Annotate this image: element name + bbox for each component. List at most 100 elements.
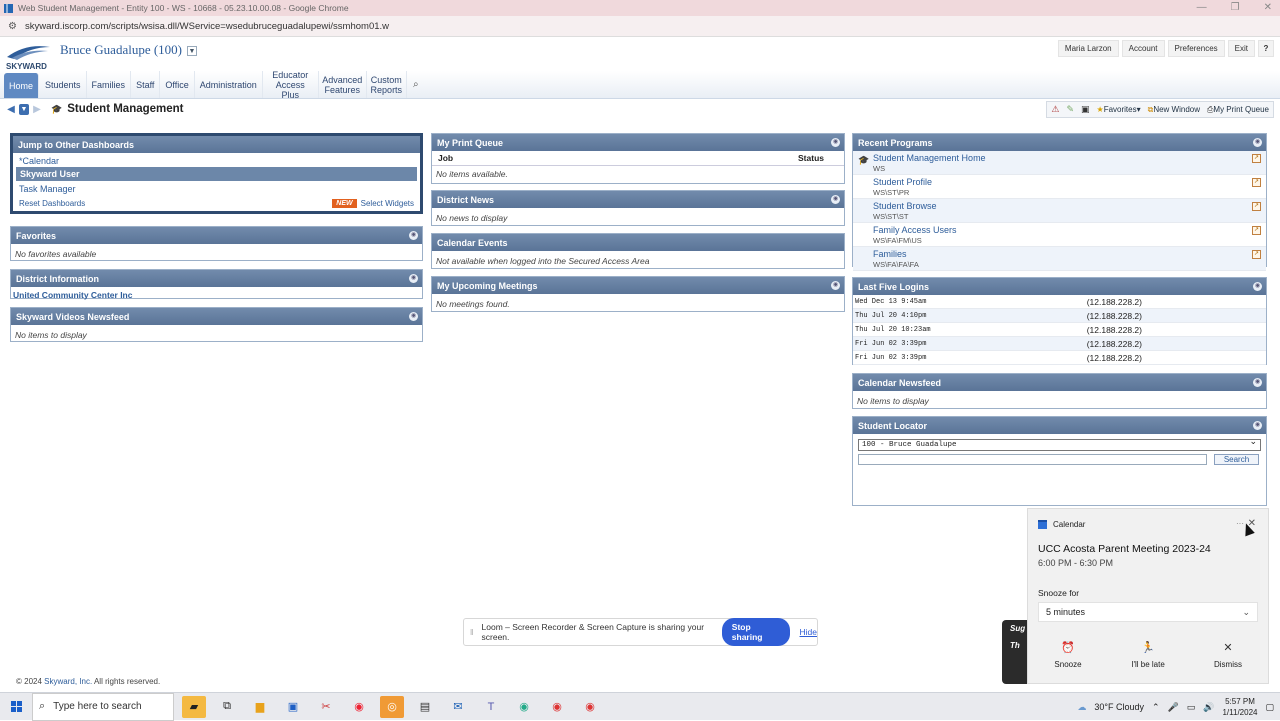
start-button[interactable] bbox=[0, 701, 32, 712]
panel-options-icon[interactable]: ◉ bbox=[1253, 421, 1262, 430]
toast-app-name: Calendar bbox=[1053, 520, 1086, 529]
tab-educator-access-plus[interactable]: Educator Access Plus bbox=[263, 70, 319, 100]
address-bar[interactable]: ⚙ skyward.iscorp.com/scripts/wsisa.dll/W… bbox=[0, 16, 1280, 37]
close-window-icon[interactable]: ✕ bbox=[1264, 0, 1272, 16]
panel-options-icon[interactable]: ◉ bbox=[831, 281, 840, 290]
panel-options-icon[interactable]: ◉ bbox=[409, 312, 418, 321]
history-dropdown-icon[interactable]: ▼ bbox=[19, 103, 29, 115]
camera-icon[interactable]: ▣ bbox=[1081, 104, 1090, 115]
store-icon[interactable]: ▣ bbox=[281, 696, 305, 718]
panel-options-icon[interactable]: ◉ bbox=[409, 274, 418, 283]
favorites-panel: Favorites ◉ No favorites available bbox=[10, 226, 423, 261]
taskbar-search-input[interactable]: ⌕ Type here to search bbox=[32, 692, 174, 721]
open-new-window-icon[interactable]: ↗ bbox=[1252, 250, 1261, 259]
active-app-icon[interactable]: ◎ bbox=[380, 695, 404, 718]
help-button[interactable]: ? bbox=[1258, 40, 1274, 57]
account-link[interactable]: Account bbox=[1121, 40, 1165, 57]
search-button[interactable]: Search bbox=[1214, 454, 1259, 465]
hide-button[interactable]: Hide bbox=[800, 627, 817, 637]
snooze-select[interactable]: 5 minutes ⌄ bbox=[1038, 602, 1258, 622]
list-item[interactable]: 🎓 Student Management Home WS ↗ bbox=[853, 151, 1266, 175]
chevron-down-icon[interactable]: ▼ bbox=[187, 46, 198, 56]
panel-options-icon[interactable]: ◉ bbox=[831, 138, 840, 147]
chrome-window-icon[interactable]: ◉ bbox=[545, 696, 569, 718]
open-new-window-icon[interactable]: ↗ bbox=[1252, 226, 1261, 235]
search-icon[interactable]: ⌕ bbox=[407, 71, 425, 98]
outlook-icon[interactable]: ✉ bbox=[446, 696, 470, 718]
site-settings-icon[interactable]: ⚙ bbox=[8, 21, 17, 32]
district-name: United Community Center Inc bbox=[13, 290, 133, 300]
volume-icon[interactable]: 🔊 bbox=[1203, 702, 1214, 713]
open-new-window-icon[interactable]: ↗ bbox=[1252, 154, 1261, 163]
dashboard-item-skyward-user[interactable]: Skyward User bbox=[16, 167, 417, 181]
sticky-notes-icon[interactable]: ▤ bbox=[413, 696, 437, 718]
notifications-icon[interactable]: ▢ bbox=[1265, 702, 1274, 713]
loom-sharing-bar: ‖ Loom – Screen Recorder & Screen Captur… bbox=[463, 618, 818, 646]
microphone-icon[interactable]: 🎤 bbox=[1168, 702, 1179, 713]
reset-dashboards-link[interactable]: Reset Dashboards bbox=[19, 199, 85, 208]
minimize-icon[interactable]: — bbox=[1197, 0, 1207, 16]
dismiss-button[interactable]: ✕ Dismiss bbox=[1198, 641, 1258, 669]
entity-name[interactable]: Bruce Guadalupe (100) bbox=[60, 42, 182, 57]
alarm-clock-icon: ⏰ bbox=[1061, 642, 1075, 654]
tab-office[interactable]: Office bbox=[160, 71, 195, 98]
tab-staff[interactable]: Staff bbox=[131, 71, 161, 98]
list-item[interactable]: Student Browse WS\ST\ST ↗ bbox=[853, 199, 1266, 223]
drag-handle-icon[interactable]: ‖ bbox=[470, 627, 474, 637]
dashboard-item-task-manager[interactable]: Task Manager bbox=[13, 181, 420, 195]
select-widgets-link[interactable]: Select Widgets bbox=[361, 199, 414, 208]
dashboard-item-calendar[interactable]: *Calendar bbox=[13, 153, 420, 167]
file-explorer-icon[interactable]: ▆ bbox=[248, 696, 272, 718]
restore-icon[interactable]: ❐ bbox=[1231, 0, 1240, 16]
tab-students[interactable]: Students bbox=[40, 71, 87, 98]
skyward-link[interactable]: Skyward, Inc. bbox=[44, 677, 92, 686]
open-new-window-icon[interactable]: ↗ bbox=[1252, 178, 1261, 187]
list-item[interactable]: Family Access Users WS\FA\FM\US ↗ bbox=[853, 223, 1266, 247]
panel-options-icon[interactable]: ◉ bbox=[831, 195, 840, 204]
tray-chevron-icon[interactable]: ⌃ bbox=[1152, 702, 1160, 713]
tab-families[interactable]: Families bbox=[87, 71, 132, 98]
notes-icon[interactable]: ✎ bbox=[1066, 104, 1074, 115]
alert-icon[interactable]: ⚠ bbox=[1051, 104, 1059, 115]
snooze-button[interactable]: ⏰ Snooze bbox=[1038, 641, 1098, 669]
panel-options-icon[interactable]: ◉ bbox=[409, 231, 418, 240]
network-icon[interactable]: ▭ bbox=[1187, 702, 1196, 713]
skyward-logo: SKYWARD bbox=[6, 46, 50, 71]
entity-selector[interactable]: Bruce Guadalupe (100) ▼ bbox=[60, 42, 198, 58]
ill-be-late-button[interactable]: 🏃 I'll be late bbox=[1118, 641, 1178, 669]
clock[interactable]: 5:57 PM 1/11/2024 bbox=[1222, 696, 1257, 718]
tab-administration[interactable]: Administration bbox=[195, 71, 263, 98]
exit-link[interactable]: Exit bbox=[1227, 40, 1255, 57]
url-text[interactable]: skyward.iscorp.com/scripts/wsisa.dll/WSe… bbox=[25, 21, 389, 32]
list-item[interactable]: Families WS\FA\FA\FA ↗ bbox=[853, 247, 1266, 271]
calendar-newsfeed-panel: Calendar Newsfeed ◉ No items to display bbox=[852, 373, 1267, 409]
panel-options-icon[interactable]: ◉ bbox=[1253, 282, 1262, 291]
stop-sharing-button[interactable]: Stop sharing bbox=[721, 618, 790, 646]
briefcase-icon[interactable]: ▰ bbox=[182, 695, 206, 718]
student-search-input[interactable] bbox=[858, 454, 1207, 465]
col-status: Status bbox=[798, 153, 824, 163]
list-item[interactable]: Student Profile WS\ST\PR ↗ bbox=[853, 175, 1266, 199]
favorites-menu[interactable]: ★Favorites▾ bbox=[1097, 105, 1141, 114]
back-arrow-icon[interactable]: ◀ bbox=[6, 104, 16, 115]
tab-custom-reports[interactable]: Custom Reports bbox=[367, 71, 407, 98]
panel-options-icon[interactable]: ◉ bbox=[1253, 138, 1262, 147]
chrome-profile-icon[interactable]: ◉ bbox=[512, 696, 536, 718]
weather-text[interactable]: 30°F Cloudy bbox=[1094, 702, 1144, 712]
print-queue-button[interactable]: ⎙My Print Queue bbox=[1207, 105, 1269, 115]
task-view-icon[interactable]: ⧉ bbox=[215, 696, 239, 718]
entity-select[interactable]: 100 - Bruce Guadalupe bbox=[858, 437, 1261, 451]
snipping-tool-icon[interactable]: ✂ bbox=[314, 696, 338, 718]
preferences-link[interactable]: Preferences bbox=[1167, 40, 1225, 57]
tab-advanced-features[interactable]: Advanced Features bbox=[319, 71, 367, 98]
panel-options-icon[interactable]: ◉ bbox=[1253, 378, 1262, 387]
new-window-button[interactable]: ⧉New Window bbox=[1148, 105, 1200, 115]
chrome-window-2-icon[interactable]: ◉ bbox=[578, 696, 602, 718]
calendar-notification: Calendar ··· ✕ UCC Acosta Parent Meeting… bbox=[1027, 508, 1269, 684]
forward-arrow-icon[interactable]: ▶ bbox=[32, 104, 42, 115]
tab-home[interactable]: Home bbox=[4, 73, 40, 98]
open-new-window-icon[interactable]: ↗ bbox=[1252, 202, 1261, 211]
chrome-icon[interactable]: ◉ bbox=[347, 696, 371, 718]
teams-icon[interactable]: T bbox=[479, 696, 503, 718]
windows-logo-icon bbox=[10, 701, 22, 712]
